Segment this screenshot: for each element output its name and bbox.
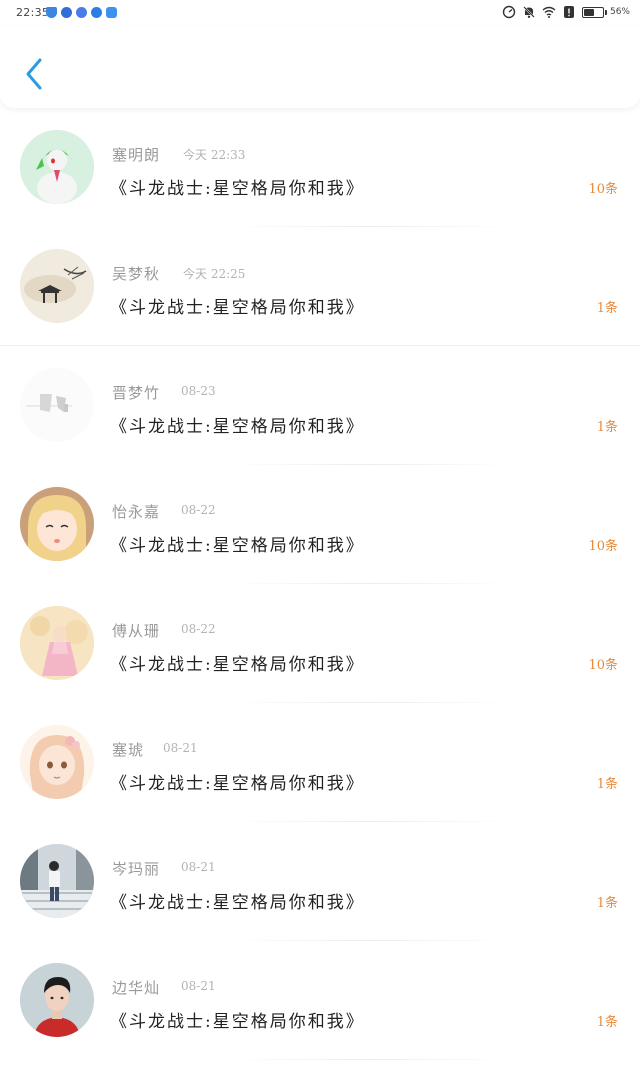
message-count: 10条 <box>588 539 618 554</box>
message-count: 10条 <box>588 658 618 673</box>
message-time: 08-21 <box>163 741 198 755</box>
status-right-icons: 56% <box>502 5 630 19</box>
story-title: 《斗龙战士:星空格局你和我》 <box>110 536 365 556</box>
ink-painting-avatar-icon <box>20 249 94 323</box>
message-list: 塞明朗 今天 22:33 《斗龙战士:星空格局你和我》 10条 吴梦秋 今天 2… <box>0 108 640 1060</box>
boy-avatar-icon <box>20 963 94 1037</box>
message-count: 1条 <box>596 777 618 792</box>
message-time: 08-23 <box>181 384 216 398</box>
status-bar: 22:35 56% <box>0 0 640 26</box>
message-count: 1条 <box>596 896 618 911</box>
street-photo-avatar-icon <box>20 844 94 918</box>
message-time: 今天 22:25 <box>183 267 246 281</box>
avatar[interactable] <box>20 368 94 442</box>
faded-avatar-icon <box>20 368 94 442</box>
story-title: 《斗龙战士:星空格局你和我》 <box>110 417 365 437</box>
divider <box>230 1059 510 1060</box>
list-item[interactable]: 塞琥 08-21 《斗龙战士:星空格局你和我》 1条 <box>0 703 640 822</box>
list-item[interactable]: 傅从珊 08-22 《斗龙战士:星空格局你和我》 10条 <box>0 584 640 703</box>
avatar[interactable] <box>20 963 94 1037</box>
message-count: 10条 <box>588 182 618 197</box>
message-time: 08-22 <box>181 622 216 636</box>
list-item[interactable]: 塞明朗 今天 22:33 《斗龙战士:星空格局你和我》 10条 <box>0 108 640 227</box>
message-count: 1条 <box>596 301 618 316</box>
avatar[interactable] <box>20 130 94 204</box>
cloud-icon <box>106 7 117 18</box>
music-icon <box>76 7 87 18</box>
avatar[interactable] <box>20 487 94 561</box>
wifi-icon <box>542 6 556 18</box>
shield-icon <box>46 7 57 18</box>
list-item[interactable]: 怡永嘉 08-22 《斗龙战士:星空格局你和我》 10条 <box>0 465 640 584</box>
story-title: 《斗龙战士:星空格局你和我》 <box>110 298 365 318</box>
avatar[interactable] <box>20 725 94 799</box>
list-item[interactable]: 吴梦秋 今天 22:25 《斗龙战士:星空格局你和我》 1条 <box>0 227 640 346</box>
header-bar <box>0 26 640 108</box>
alert-icon <box>563 6 574 18</box>
story-title: 《斗龙战士:星空格局你和我》 <box>110 179 365 199</box>
avatar[interactable] <box>20 606 94 680</box>
sender-name: 晋梦竹 <box>112 384 161 402</box>
sender-name: 岑玛丽 <box>112 860 161 878</box>
anime-girl-avatar-icon <box>20 487 94 561</box>
list-item[interactable]: 晋梦竹 08-23 《斗龙战士:星空格局你和我》 1条 <box>0 346 640 465</box>
battery-icon <box>581 6 607 18</box>
browser-icon <box>61 7 72 18</box>
story-title: 《斗龙战士:星空格局你和我》 <box>110 774 365 794</box>
pink-dress-avatar-icon <box>20 606 94 680</box>
sender-name: 塞明朗 <box>112 146 161 164</box>
list-item[interactable]: 边华灿 08-21 《斗龙战士:星空格局你和我》 1条 <box>0 941 640 1060</box>
battery-level: 56% <box>609 7 630 17</box>
anime-portrait-avatar-icon <box>20 725 94 799</box>
sender-name: 怡永嘉 <box>112 503 161 521</box>
list-item[interactable]: 岑玛丽 08-21 《斗龙战士:星空格局你和我》 1条 <box>0 822 640 941</box>
speed-icon <box>502 5 516 19</box>
story-title: 《斗龙战士:星空格局你和我》 <box>110 893 365 913</box>
message-count: 1条 <box>596 420 618 435</box>
message-time: 今天 22:33 <box>183 148 246 162</box>
status-left-icons <box>46 7 117 18</box>
status-time: 22:35 <box>16 6 50 19</box>
back-button[interactable] <box>18 54 50 94</box>
story-title: 《斗龙战士:星空格局你和我》 <box>110 1012 365 1032</box>
sender-name: 边华灿 <box>112 979 161 997</box>
story-title: 《斗龙战士:星空格局你和我》 <box>110 655 365 675</box>
message-time: 08-21 <box>181 979 216 993</box>
gardevoir-avatar-icon <box>20 130 94 204</box>
sender-name: 塞琥 <box>112 741 145 759</box>
message-count: 1条 <box>596 1015 618 1030</box>
message-time: 08-21 <box>181 860 216 874</box>
chevron-left-icon <box>26 58 42 90</box>
avatar[interactable] <box>20 844 94 918</box>
message-icon <box>91 7 102 18</box>
sender-name: 傅从珊 <box>112 622 161 640</box>
avatar[interactable] <box>20 249 94 323</box>
sender-name: 吴梦秋 <box>112 265 161 283</box>
message-time: 08-22 <box>181 503 216 517</box>
mute-icon <box>523 6 535 18</box>
